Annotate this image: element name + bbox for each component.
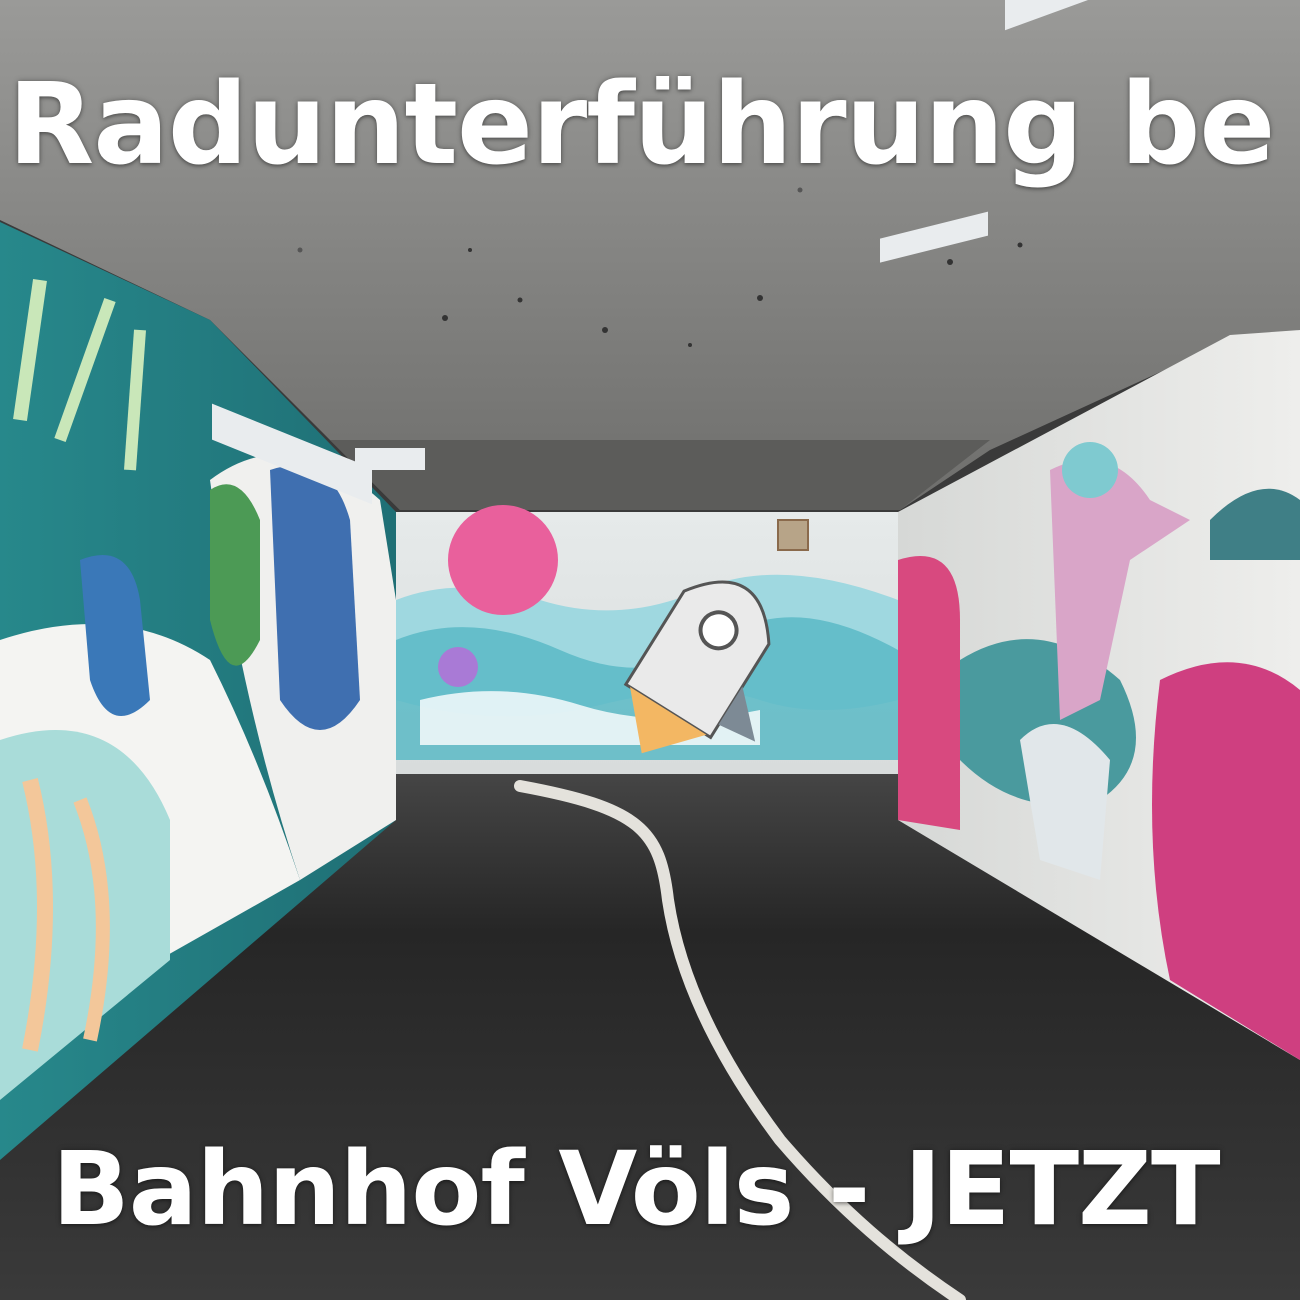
- caption-top: Radunterführung be: [8, 60, 1275, 190]
- pink-planet: [448, 505, 558, 615]
- underpass-photo: [0, 0, 1300, 1300]
- purple-planet: [438, 647, 478, 687]
- caption-bottom: Bahnhof Völs - JETZT: [52, 1130, 1221, 1249]
- light-fixture: [355, 448, 425, 470]
- far-wall-mural: [396, 505, 898, 774]
